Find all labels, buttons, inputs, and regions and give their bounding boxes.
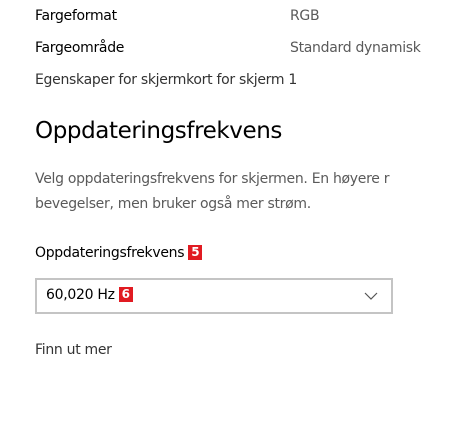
- chevron-down-icon: [364, 292, 378, 300]
- refresh-rate-section-title: Oppdateringsfrekvens: [35, 118, 283, 144]
- refresh-rate-description: Velg oppdateringsfrekvens for skjermen. …: [35, 167, 389, 217]
- refresh-rate-dropdown[interactable]: 60,020 Hz 6: [35, 278, 393, 314]
- property-value-color-format: RGB: [290, 8, 320, 24]
- refresh-rate-selected-value: 60,020 Hz: [46, 287, 115, 303]
- refresh-rate-description-line-2: bevegelser, men bruker også mer strøm.: [35, 196, 311, 212]
- refresh-rate-field-label-row: Oppdateringsfrekvens 5: [35, 245, 203, 261]
- annotation-badge-6: 6: [118, 287, 133, 302]
- property-label-color-format: Fargeformat: [35, 8, 117, 24]
- learn-more-link[interactable]: Finn ut mer: [35, 342, 112, 358]
- refresh-rate-field-label: Oppdateringsfrekvens: [35, 245, 185, 261]
- property-label-color-space: Fargeområde: [35, 40, 125, 56]
- refresh-rate-description-line-1: Velg oppdateringsfrekvens for skjermen. …: [35, 171, 390, 187]
- property-value-color-space: Standard dynamisk: [290, 40, 421, 56]
- annotation-badge-5: 5: [188, 245, 203, 260]
- refresh-rate-selected-value-row: 60,020 Hz 6: [46, 287, 133, 303]
- display-adapter-properties-link[interactable]: Egenskaper for skjermkort for skjerm 1: [35, 72, 297, 88]
